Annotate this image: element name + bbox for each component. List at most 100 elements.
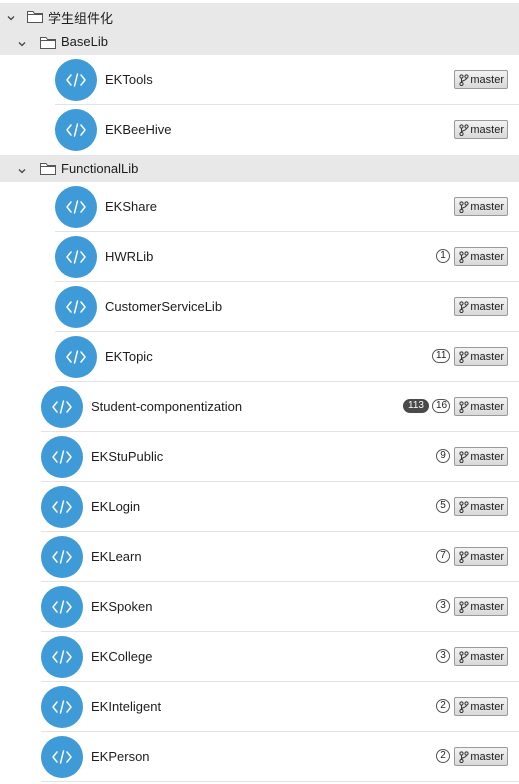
branch-icon bbox=[459, 351, 469, 363]
repo-name: EKLogin bbox=[91, 499, 141, 514]
branch-label: master bbox=[470, 500, 504, 513]
code-icon bbox=[41, 486, 83, 528]
branch-icon bbox=[459, 451, 469, 463]
chevron-down-icon[interactable] bbox=[6, 11, 16, 21]
branch-button[interactable]: master bbox=[454, 547, 508, 566]
repo-row[interactable]: EKBeeHive master bbox=[0, 105, 519, 155]
code-icon bbox=[55, 59, 97, 101]
group-header[interactable]: 学生组件化 bbox=[0, 3, 519, 29]
repo-name: EKPerson bbox=[91, 749, 150, 764]
branch-button[interactable]: master bbox=[454, 397, 508, 416]
group-header[interactable]: BaseLib bbox=[0, 29, 519, 55]
repo-name: CustomerServiceLib bbox=[105, 299, 223, 314]
repo-row[interactable]: EKInteligent 2 master bbox=[0, 682, 519, 732]
code-icon bbox=[41, 436, 83, 478]
repo-name: EKShare bbox=[105, 199, 158, 214]
group-name: 学生组件化 bbox=[48, 11, 114, 26]
branch-icon bbox=[459, 124, 469, 136]
repo-name: EKTopic bbox=[105, 349, 153, 364]
repo-name: EKBeeHive bbox=[105, 122, 172, 137]
branch-button[interactable]: master bbox=[454, 447, 508, 466]
chevron-down-icon[interactable] bbox=[17, 37, 27, 47]
branch-button[interactable]: master bbox=[454, 297, 508, 316]
folder-icon bbox=[27, 10, 43, 23]
branch-button[interactable]: master bbox=[454, 347, 508, 366]
code-icon bbox=[41, 736, 83, 778]
branch-button[interactable]: master bbox=[454, 497, 508, 516]
branch-button[interactable]: master bbox=[454, 697, 508, 716]
repo-name: HWRLib bbox=[105, 249, 154, 264]
repo-row[interactable]: EKTools master bbox=[0, 55, 519, 105]
branch-icon bbox=[459, 651, 469, 663]
code-icon bbox=[41, 536, 83, 578]
branch-label: master bbox=[470, 400, 504, 413]
branch-icon bbox=[459, 501, 469, 513]
branch-label: master bbox=[470, 450, 504, 463]
group-header[interactable]: FunctionalLib bbox=[0, 155, 519, 182]
code-icon bbox=[41, 636, 83, 678]
outgoing-count-badge: 2 bbox=[436, 749, 450, 763]
outgoing-count-badge: 5 bbox=[436, 499, 450, 513]
repo-name: EKTools bbox=[105, 72, 153, 87]
folder-icon bbox=[40, 36, 56, 49]
group-name: BaseLib bbox=[61, 34, 108, 49]
code-icon bbox=[55, 336, 97, 378]
outgoing-count-badge: 16 bbox=[432, 399, 450, 413]
code-icon bbox=[55, 186, 97, 228]
branch-icon bbox=[459, 301, 469, 313]
repo-name: Student-componentization bbox=[91, 399, 243, 414]
branch-button[interactable]: master bbox=[454, 747, 508, 766]
chevron-down-icon[interactable] bbox=[17, 164, 27, 174]
branch-label: master bbox=[470, 73, 504, 86]
repo-row[interactable]: EKCollege 3 master bbox=[0, 632, 519, 682]
branch-button[interactable]: master bbox=[454, 647, 508, 666]
branch-icon bbox=[459, 551, 469, 563]
branch-icon bbox=[459, 701, 469, 713]
outgoing-count-badge: 2 bbox=[436, 699, 450, 713]
branch-label: master bbox=[470, 300, 504, 313]
branch-label: master bbox=[470, 200, 504, 213]
branch-button[interactable]: master bbox=[454, 597, 508, 616]
repo-name: EKStuPublic bbox=[91, 449, 164, 464]
repo-row[interactable]: EKSpoken 3 master bbox=[0, 582, 519, 632]
branch-label: master bbox=[470, 750, 504, 763]
repo-row[interactable]: EKStuPublic 9 master bbox=[0, 432, 519, 482]
branch-button[interactable]: master bbox=[454, 247, 508, 266]
repo-row[interactable]: EKTopic 11 master bbox=[0, 332, 519, 382]
code-icon bbox=[55, 286, 97, 328]
branch-label: master bbox=[470, 700, 504, 713]
folder-icon bbox=[40, 162, 56, 175]
outgoing-count-badge: 1 bbox=[436, 249, 450, 263]
repo-name: EKLearn bbox=[91, 549, 142, 564]
branch-button[interactable]: master bbox=[454, 120, 508, 139]
branch-icon bbox=[459, 751, 469, 763]
repo-row[interactable]: CustomerServiceLib master bbox=[0, 282, 519, 332]
branch-label: master bbox=[470, 350, 504, 363]
branch-label: master bbox=[470, 600, 504, 613]
outgoing-count-badge: 3 bbox=[436, 599, 450, 613]
branch-label: master bbox=[470, 650, 504, 663]
row-divider bbox=[41, 781, 519, 782]
repo-name: EKSpoken bbox=[91, 599, 153, 614]
branch-icon bbox=[459, 251, 469, 263]
outgoing-count-badge: 11 bbox=[432, 349, 450, 363]
repo-row[interactable]: EKLearn 7 master bbox=[0, 532, 519, 582]
branch-icon bbox=[459, 401, 469, 413]
repo-row[interactable]: EKPerson 2 master bbox=[0, 732, 519, 782]
outgoing-count-badge: 7 bbox=[436, 549, 450, 563]
repo-row[interactable]: EKShare master bbox=[0, 182, 519, 232]
code-icon bbox=[41, 686, 83, 728]
code-icon bbox=[41, 586, 83, 628]
repo-row[interactable]: HWRLib 1 master bbox=[0, 232, 519, 282]
group-name: FunctionalLib bbox=[61, 160, 139, 176]
repo-row[interactable]: EKLogin 5 master bbox=[0, 482, 519, 532]
code-icon bbox=[41, 386, 83, 428]
branch-button[interactable]: master bbox=[454, 70, 508, 89]
branch-label: master bbox=[470, 123, 504, 136]
code-icon bbox=[55, 109, 97, 151]
branch-button[interactable]: master bbox=[454, 197, 508, 216]
repo-row[interactable]: Student-componentization 16 113 master bbox=[0, 382, 519, 432]
outgoing-count-badge: 9 bbox=[436, 449, 450, 463]
branch-label: master bbox=[470, 250, 504, 263]
code-icon bbox=[55, 236, 97, 278]
